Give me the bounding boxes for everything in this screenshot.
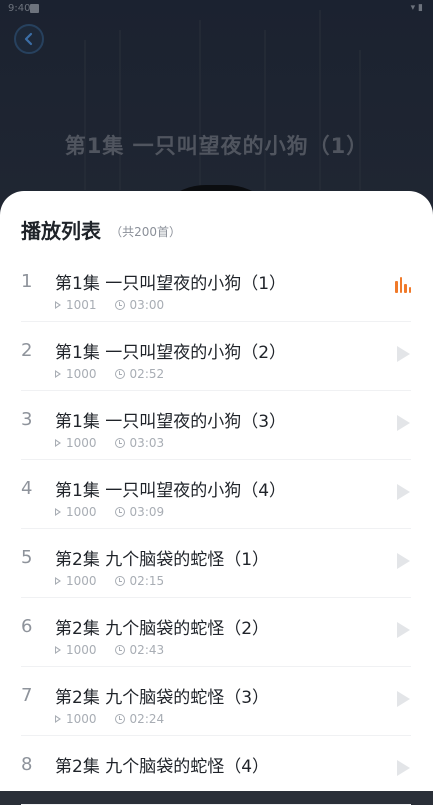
track-row[interactable]: 3 第1集 一只叫望夜的小狗（3） 1000 03:03 [21,391,411,460]
play-icon[interactable] [395,622,411,638]
play-icon[interactable] [395,553,411,569]
track-title: 第1集 一只叫望夜的小狗（2） [55,343,287,363]
track-row[interactable]: 6 第2集 九个脑袋的蛇怪（2） 1000 02:43 [21,598,411,667]
track-index: 5 [21,547,33,568]
play-icon[interactable] [395,415,411,431]
track-row[interactable]: 2 第1集 一只叫望夜的小狗（2） 1000 02:52 [21,322,411,391]
play-icon[interactable] [395,484,411,500]
track-index: 4 [21,478,33,499]
notification-icon [30,4,39,13]
playlist-sheet: 播放列表 （共200首） 1 第1集 一只叫望夜的小狗（1） 1001 03:00 2 第… [0,191,433,805]
track-title: 第2集 九个脑袋的蛇怪（4） [55,757,270,777]
play-count-icon [55,370,61,378]
track-index: 6 [21,616,33,637]
track-index: 2 [21,340,33,361]
track-row[interactable]: 7 第2集 九个脑袋的蛇怪（3） 1000 02:24 [21,667,411,736]
playlist-count: （共200首） [110,225,181,239]
chevron-left-icon [24,32,33,46]
track-meta: 1000 02:43 [55,643,164,657]
track-title: 第1集 一只叫望夜的小狗（4） [55,481,287,501]
track-play-count: 1000 [66,505,97,519]
play-count-icon [55,508,61,516]
track-meta: 1000 02:24 [55,712,164,726]
track-play-count: 1000 [66,712,97,726]
track-index: 3 [21,409,33,430]
equalizer-icon[interactable] [395,277,411,293]
clock-icon [114,714,125,724]
track-row[interactable]: 4 第1集 一只叫望夜的小狗（4） 1000 03:09 [21,460,411,529]
track-title: 第1集 一只叫望夜的小狗（3） [55,412,287,432]
clock-icon [114,576,125,586]
track-duration: 02:43 [129,643,165,657]
track-duration: 02:24 [129,712,165,726]
play-count-icon [55,646,61,654]
play-icon[interactable] [395,691,411,707]
track-title: 第2集 九个脑袋的蛇怪（1） [55,550,270,570]
back-button[interactable] [14,24,44,54]
clock-icon [114,300,125,310]
status-bar: 9:40 ▾ ▮ [0,0,433,18]
track-index: 7 [21,685,33,706]
track-title: 第2集 九个脑袋的蛇怪（2） [55,619,270,639]
status-time: 9:40 [8,3,31,14]
play-icon[interactable] [395,346,411,362]
track-meta: 1000 02:52 [55,367,164,381]
track-meta: 1000 03:03 [55,436,164,450]
track-play-count: 1000 [66,643,97,657]
clock-icon [114,507,125,517]
track-play-count: 1000 [66,436,97,450]
player-title: 第1集 一只叫望夜的小狗（1） [64,134,369,158]
track-meta: 1000 03:09 [55,505,164,519]
track-duration: 03:00 [129,298,165,312]
clock-icon [114,438,125,448]
track-meta: 1001 03:00 [55,298,164,312]
play-count-icon [55,301,61,309]
track-index: 8 [21,754,33,775]
track-duration: 03:03 [129,436,165,450]
clock-icon [114,369,125,379]
play-count-icon [55,715,61,723]
track-title: 第1集 一只叫望夜的小狗（1） [55,274,287,294]
track-duration: 03:09 [129,505,165,519]
track-play-count: 1000 [66,574,97,588]
decorative-lines [84,10,361,190]
track-row[interactable]: 1 第1集 一只叫望夜的小狗（1） 1001 03:00 [21,253,411,322]
track-meta: 1000 02:15 [55,574,164,588]
track-row[interactable]: 5 第2集 九个脑袋的蛇怪（1） 1000 02:15 [21,529,411,598]
track-play-count: 1001 [66,298,97,312]
track-index: 1 [21,271,33,292]
track-duration: 02:52 [129,367,165,381]
playlist-title: 播放列表 [21,219,101,243]
track-list: 1 第1集 一只叫望夜的小狗（1） 1001 03:00 2 第1集 一只叫望夜的小狗（2… [0,253,433,805]
track-title: 第2集 九个脑袋的蛇怪（3） [55,688,270,708]
track-duration: 02:15 [129,574,165,588]
playlist-header: 播放列表 （共200首） [21,215,181,243]
play-icon[interactable] [395,760,411,776]
clock-icon [114,645,125,655]
play-count-icon [55,577,61,585]
play-count-icon [55,439,61,447]
wifi-battery-icon: ▾ ▮ [410,3,423,13]
track-play-count: 1000 [66,367,97,381]
